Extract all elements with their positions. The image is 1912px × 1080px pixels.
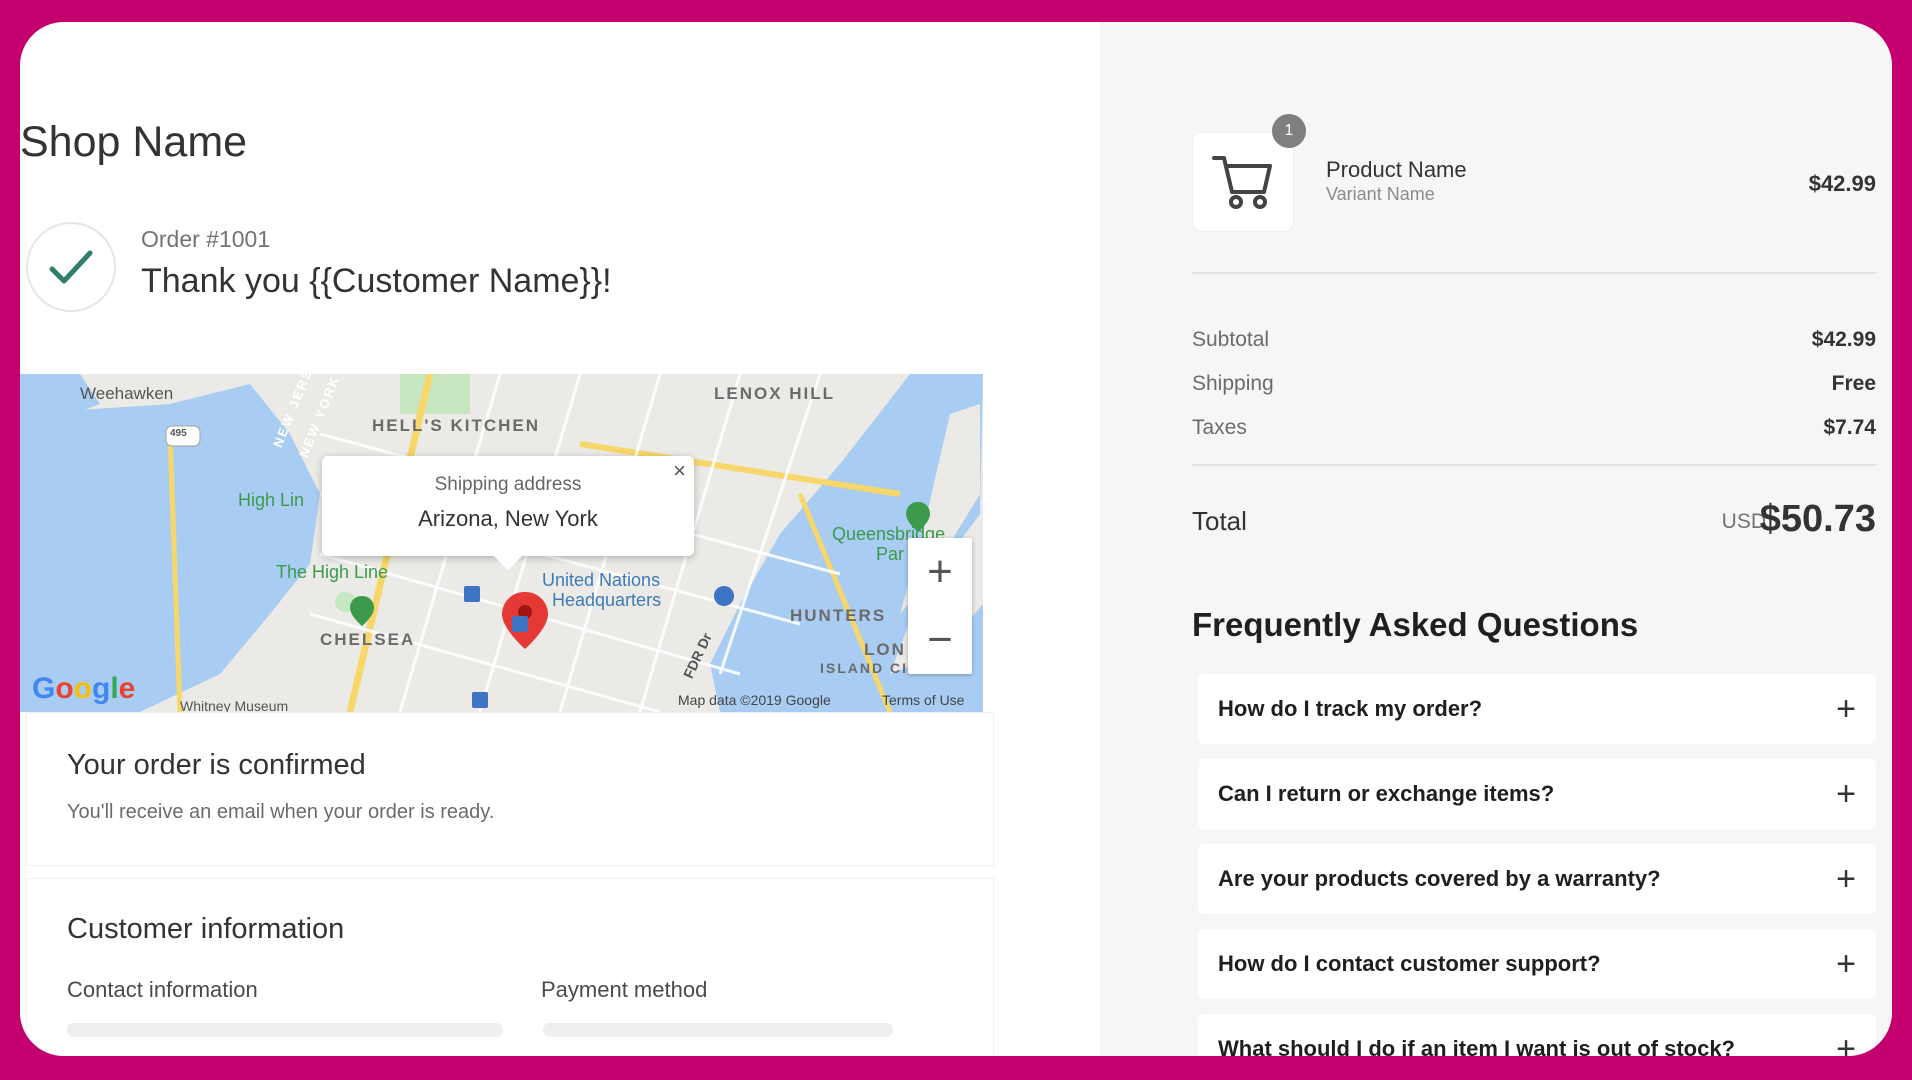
popup-title: Shipping address — [434, 474, 582, 495]
map-label-weehawken: Weehawken — [80, 384, 174, 403]
product-name: Product Name — [1326, 157, 1467, 182]
total-label: Total — [1192, 506, 1247, 536]
product-thumbnail — [1192, 132, 1294, 232]
contact-placeholder-bar — [67, 1023, 503, 1037]
order-status-column: Shop Name Order #1001 Thank you {{Custom… — [20, 22, 1100, 1056]
map-label-lon: LON — [864, 640, 906, 659]
zoom-in-button[interactable]: + — [908, 538, 972, 606]
faq-item[interactable]: How do I contact customer support? + — [1198, 929, 1876, 999]
thank-you-heading: Thank you {{Customer Name}}! — [141, 262, 612, 300]
faq-question: Can I return or exchange items? — [1218, 781, 1555, 806]
faq-item[interactable]: What should I do if an item I want is ou… — [1198, 1014, 1876, 1056]
shop-name[interactable]: Shop Name — [20, 118, 247, 167]
order-confirmed-check — [26, 222, 116, 312]
plus-icon[interactable]: + — [1836, 777, 1856, 811]
google-logo: Google — [32, 672, 136, 705]
payment-method-label: Payment method — [541, 977, 708, 1002]
plus-icon[interactable]: + — [1836, 692, 1856, 726]
customer-information-card: Customer information Contact information… — [26, 878, 994, 1056]
map-label-lenox-hill: LENOX HILL — [714, 384, 836, 403]
page-frame: Shop Name Order #1001 Thank you {{Custom… — [20, 22, 1892, 1056]
contact-information-label: Contact information — [67, 977, 258, 1002]
quantity-badge: 1 — [1272, 114, 1306, 148]
faq-question: Are your products covered by a warranty? — [1218, 866, 1661, 891]
confirmation-title: Your order is confirmed — [67, 749, 366, 781]
map-label-queensbridge-2: Par — [876, 544, 905, 564]
close-icon[interactable]: × — [673, 458, 686, 484]
map-label-route: 495 — [170, 428, 187, 439]
map-terms-link[interactable]: Terms of Use — [882, 692, 964, 708]
shipping-value: Free — [1831, 372, 1876, 395]
map-label-the-high-line: The High Line — [276, 562, 389, 582]
cart-icon — [1212, 156, 1272, 209]
popup-address: Arizona, New York — [418, 506, 598, 531]
faq-item[interactable]: How do I track my order? + — [1198, 674, 1876, 744]
faq-heading: Frequently Asked Questions — [1192, 606, 1639, 643]
map-label-chelsea: CHELSEA — [320, 630, 416, 649]
customer-info-title: Customer information — [67, 913, 345, 945]
map-label-un-hq-2: Headquarters — [552, 590, 662, 610]
faq-question: How do I contact customer support? — [1218, 951, 1601, 976]
shipping-address-popup: × Shipping address Arizona, New York — [322, 456, 694, 570]
map-label-hunters: HUNTERS — [790, 606, 887, 625]
order-number: Order #1001 — [141, 226, 271, 252]
plus-icon[interactable]: + — [1836, 947, 1856, 981]
map-data-credit: Map data ©2019 Google — [678, 692, 831, 708]
map-label-un-hq-1: United Nations — [542, 570, 661, 590]
shipping-label: Shipping — [1192, 372, 1274, 395]
confirmation-text: You'll receive an email when your order … — [67, 801, 495, 823]
taxes-value: $7.74 — [1823, 416, 1876, 439]
check-icon — [49, 250, 93, 284]
faq-item[interactable]: Are your products covered by a warranty?… — [1198, 844, 1876, 914]
map-label-hells-kitchen: HELL'S KITCHEN — [372, 416, 541, 435]
order-summary-column: 1 Product Name Variant Name $42.99 Subto… — [1100, 22, 1892, 1056]
subtotal-label: Subtotal — [1192, 328, 1270, 351]
faq-question: What should I do if an item I want is ou… — [1218, 1036, 1735, 1056]
taxes-label: Taxes — [1192, 416, 1247, 439]
variant-name: Variant Name — [1326, 184, 1435, 204]
product-price: $42.99 — [1808, 171, 1876, 196]
map-label-high-line-park: High Lin — [238, 490, 305, 510]
map-label-whitney: Whitney Museum — [180, 698, 289, 712]
summary-divider — [1192, 272, 1876, 274]
payment-placeholder-bar — [543, 1023, 893, 1037]
summary-divider — [1192, 464, 1876, 466]
total-amount: $50.73 — [1759, 498, 1876, 540]
plus-icon[interactable]: + — [1836, 1032, 1856, 1056]
faq-question: How do I track my order? — [1218, 696, 1483, 721]
faq-item[interactable]: Can I return or exchange items? + — [1198, 759, 1876, 829]
plus-icon[interactable]: + — [1836, 862, 1856, 896]
subtotal-value: $42.99 — [1811, 328, 1876, 351]
map-zoom-controls: + − — [908, 538, 972, 674]
zoom-out-button[interactable]: − — [908, 606, 972, 674]
order-confirmed-card: Your order is confirmed You'll receive a… — [26, 712, 994, 866]
